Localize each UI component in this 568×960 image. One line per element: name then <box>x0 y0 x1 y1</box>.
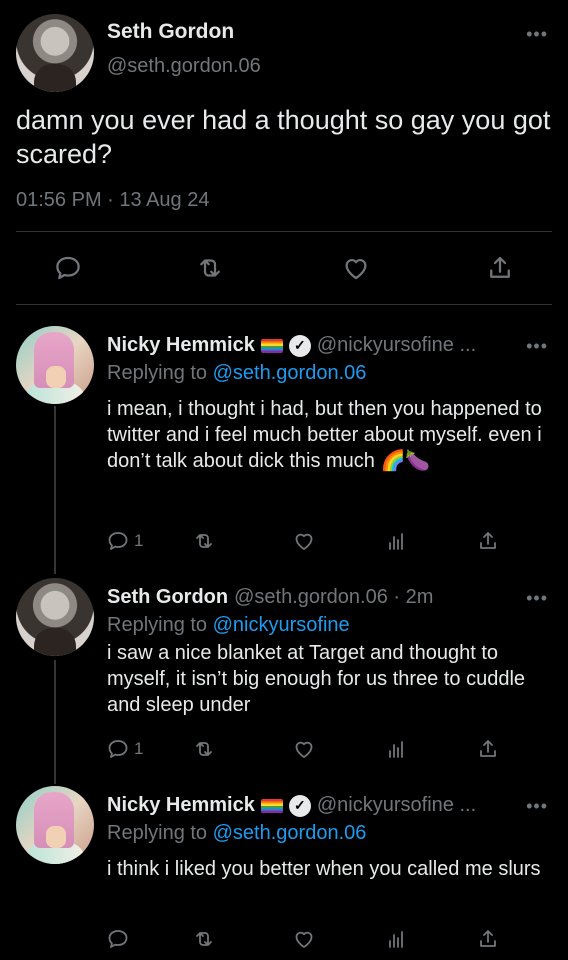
replying-label: Replying to <box>107 822 208 844</box>
avatar[interactable] <box>16 326 94 404</box>
reply-icon[interactable] <box>46 246 90 290</box>
retweet-icon[interactable] <box>192 734 216 764</box>
reply-header: Nicky Hemmick ✓ @nickyursofine ... <box>107 334 476 357</box>
reply-text: i saw a nice blanket at Target and thoug… <box>107 642 526 716</box>
more-options-icon[interactable]: ••• <box>526 24 548 45</box>
more-options-icon[interactable]: ••• <box>526 336 548 357</box>
avatar[interactable] <box>16 786 94 864</box>
share-icon[interactable] <box>476 734 500 764</box>
verified-check-icon: ✓ <box>288 334 311 357</box>
reply-actions: 1 <box>96 526 516 556</box>
reply-body: i mean, i thought i had, but then you ha… <box>107 398 542 472</box>
mention-link[interactable]: @nickyursofine <box>213 614 350 636</box>
share-icon[interactable] <box>478 246 522 290</box>
author-name[interactable]: Nicky Hemmick <box>107 334 255 357</box>
share-icon[interactable] <box>476 526 500 556</box>
rainbow-flag-icon <box>260 798 283 813</box>
main-tweet: Seth Gordon @seth.gordon.06 ••• damn you… <box>0 0 568 305</box>
replying-to: Replying to @seth.gordon.06 <box>107 362 366 385</box>
reply-header: Seth Gordon @seth.gordon.06 · 2m <box>107 586 433 609</box>
avatar[interactable] <box>16 14 94 92</box>
reply-tweet: Seth Gordon @seth.gordon.06 · 2m ••• Rep… <box>0 578 568 778</box>
views-icon[interactable] <box>384 734 408 764</box>
more-options-icon[interactable]: ••• <box>526 588 548 609</box>
replying-label: Replying to <box>107 362 208 384</box>
mention-link[interactable]: @seth.gordon.06 <box>213 822 367 844</box>
reply-icon <box>108 532 128 550</box>
reply-header: Nicky Hemmick ✓ @nickyursofine ... <box>107 794 476 817</box>
reply-button[interactable]: 1 <box>106 526 143 556</box>
author-name[interactable]: Nicky Hemmick <box>107 794 255 817</box>
verified-check-icon: ✓ <box>288 794 311 817</box>
replying-to: Replying to @nickyursofine <box>107 614 350 637</box>
retweet-icon[interactable] <box>192 924 216 954</box>
tweet-timestamp[interactable]: 01:56 PM · 13 Aug 24 <box>16 189 209 212</box>
emoji: 🌈🍆 <box>380 450 431 472</box>
author-name[interactable]: Seth Gordon <box>107 586 228 609</box>
author-handle[interactable]: @seth.gordon.06 <box>107 55 261 78</box>
author-handle[interactable]: @seth.gordon.06 · 2m <box>234 586 433 609</box>
reply-button[interactable]: 1 <box>106 734 143 764</box>
views-icon[interactable] <box>384 924 408 954</box>
reply-text: i mean, i thought i had, but then you ha… <box>107 396 547 474</box>
reply-actions: 1 <box>96 734 516 764</box>
avatar[interactable] <box>16 578 94 656</box>
rainbow-flag-icon <box>260 338 283 353</box>
reply-actions <box>96 924 516 954</box>
author-handle[interactable]: @nickyursofine ... <box>317 794 476 817</box>
heart-icon[interactable] <box>292 734 316 764</box>
views-icon[interactable] <box>384 526 408 556</box>
mention-link[interactable]: @seth.gordon.06 <box>213 362 367 384</box>
author-name[interactable]: Seth Gordon <box>107 20 234 44</box>
heart-icon[interactable] <box>334 246 378 290</box>
tweet-text: damn you ever had a thought so gay you g… <box>16 105 551 169</box>
divider <box>16 231 552 232</box>
more-options-icon[interactable]: ••• <box>526 796 548 817</box>
heart-icon[interactable] <box>292 526 316 556</box>
share-icon[interactable] <box>476 924 500 954</box>
retweet-icon[interactable] <box>192 526 216 556</box>
divider <box>16 304 552 305</box>
reply-tweet: Nicky Hemmick ✓ @nickyursofine ... ••• R… <box>0 786 568 960</box>
reply-count: 1 <box>134 531 144 550</box>
author-handle[interactable]: @nickyursofine ... <box>317 334 476 357</box>
tweet-actions <box>0 246 568 290</box>
retweet-icon[interactable] <box>188 246 232 290</box>
reply-icon[interactable] <box>106 924 130 954</box>
heart-icon[interactable] <box>292 924 316 954</box>
replying-to: Replying to @seth.gordon.06 <box>107 822 366 845</box>
reply-count: 1 <box>134 739 144 758</box>
reply-text: i think i liked you better when you call… <box>107 858 541 880</box>
replying-label: Replying to <box>107 614 208 636</box>
reply-tweet: Nicky Hemmick ✓ @nickyursofine ... ••• R… <box>0 326 568 556</box>
reply-icon <box>108 740 128 758</box>
